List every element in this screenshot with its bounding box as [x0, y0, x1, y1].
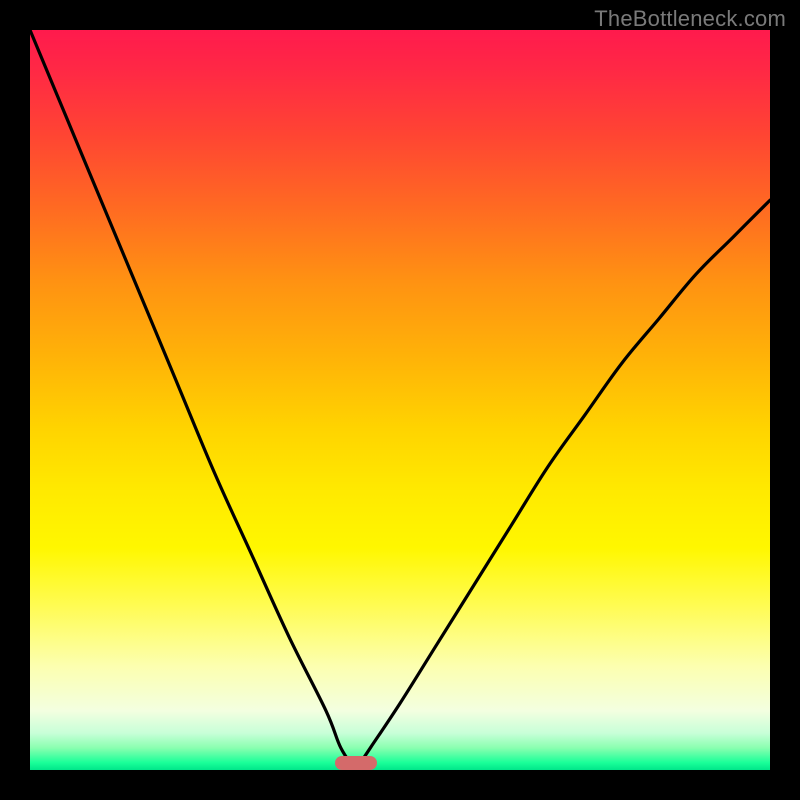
optimum-marker [335, 756, 377, 770]
curve-path [30, 30, 770, 770]
chart-frame: TheBottleneck.com [0, 0, 800, 800]
watermark-text: TheBottleneck.com [594, 6, 786, 32]
plot-area [30, 30, 770, 770]
bottleneck-curve [30, 30, 770, 770]
